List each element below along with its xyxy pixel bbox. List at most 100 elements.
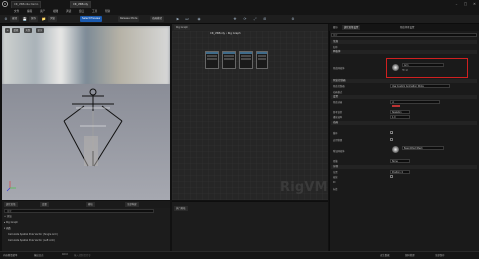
prop-custom-anim-label: 预览动画: [333, 101, 343, 104]
content-drawer-button[interactable]: 内容侧滑菜单: [3, 253, 17, 257]
custom-anim-dropdown[interactable]: 无: [390, 100, 440, 104]
play-rate-field[interactable]: 1.0: [390, 115, 410, 119]
tree-item-function[interactable]: Calculate Spatial Pole Vector (Left Arm): [8, 239, 55, 243]
prop-looping-label: 循环: [333, 132, 338, 135]
prop-play-rate-label: 播放速率: [333, 116, 343, 119]
tab-rig-settings[interactable]: 绑定层级设置: [342, 25, 361, 30]
release-mode-button[interactable]: Release Mode: [118, 16, 140, 22]
enable-physics-checkbox[interactable]: [390, 138, 393, 141]
graph-breadcrumb[interactable]: CR_VRBody › Rig Graph: [210, 32, 241, 35]
section-mesh[interactable]: 网格体: [331, 50, 477, 54]
graph-node[interactable]: [239, 51, 253, 69]
additional-mesh-thumbnail[interactable]: [392, 146, 399, 153]
graph-node[interactable]: [222, 51, 236, 69]
tab-details[interactable]: 细节: [331, 25, 340, 30]
tree-item-function[interactable]: Calculate Spatial Pole Vector (Single Ar…: [8, 233, 58, 237]
viewport[interactable]: [2, 26, 170, 200]
menu-file[interactable]: 文件: [14, 9, 19, 13]
bone-field[interactable]: None: [390, 159, 410, 163]
scale-checkbox[interactable]: [390, 175, 393, 178]
maximize-icon[interactable]: □: [461, 0, 470, 8]
settings-icon[interactable]: ⚙: [290, 16, 296, 22]
graph-node[interactable]: [205, 51, 219, 69]
looping-checkbox[interactable]: [390, 131, 393, 135]
tab-rig-hierarchy[interactable]: 绑定层级: [4, 202, 18, 207]
menu-view[interactable]: 视图: [53, 9, 58, 13]
prop-anim-mode-label: 动画模式: [333, 91, 343, 94]
section-misc[interactable]: 杂项: [331, 165, 477, 169]
show-button[interactable]: 显示: [36, 28, 44, 33]
perspective-button[interactable]: 透视: [12, 28, 20, 33]
snap-icon[interactable]: ⊞: [262, 16, 268, 22]
move-icon[interactable]: ✥: [232, 16, 238, 22]
viewport-menu-icon[interactable]: ≡: [5, 28, 11, 33]
position-field[interactable]: Position_0: [390, 170, 410, 174]
tab-preview-settings[interactable]: 预览场景设置: [398, 25, 416, 30]
save-button[interactable]: 保存: [29, 16, 39, 22]
output-log-button[interactable]: 输出日志: [34, 253, 44, 257]
tree-item-rig-graph[interactable]: ▸ Rig Graph: [4, 221, 18, 225]
graph-tab-bar: [172, 24, 328, 31]
rig-skeleton[interactable]: [2, 26, 170, 200]
prop-position-label: 位置: [333, 171, 338, 174]
additional-mesh-dropdown[interactable]: BasicAttachMesh: [402, 146, 444, 150]
step-icon[interactable]: ⏭: [184, 16, 190, 22]
details-search-input[interactable]: 搜索: [331, 33, 477, 37]
prop-ref-pose-label: 参考姿势: [333, 111, 343, 114]
menu-bar: [0, 8, 479, 15]
browse-button[interactable]: 浏览: [48, 16, 58, 22]
menu-tools[interactable]: 工具: [92, 9, 97, 13]
tab-execution-stack[interactable]: 执行堆栈: [174, 206, 188, 211]
derived-data-button[interactable]: 派生数据: [380, 253, 390, 257]
tab-modules[interactable]: 模块: [86, 202, 95, 207]
add-button[interactable]: + 添加: [4, 215, 12, 219]
anim-mode-button[interactable]: 动画模式: [150, 16, 165, 22]
section-settings[interactable]: 设置: [331, 95, 477, 99]
compile-button[interactable]: 编译: [10, 16, 20, 22]
tab-variables[interactable]: 变量: [40, 202, 49, 207]
select-preview-button[interactable]: Select Preview: [80, 16, 103, 22]
anim-color-swatch: [392, 105, 400, 107]
section-general[interactable]: 常规: [331, 40, 477, 44]
prop-tags-label: 标签: [333, 188, 338, 191]
toolbar: [0, 15, 479, 24]
compile-icon[interactable]: ⚙: [3, 16, 9, 22]
prop-controller-label: 预览控制器: [333, 85, 345, 88]
doc-tab-vrbody[interactable]: CR_VRBody: [70, 1, 92, 8]
ref-pose-dropdown[interactable]: Skeleton: [390, 110, 410, 114]
menu-debug[interactable]: 调试: [66, 9, 71, 13]
rig-search-input[interactable]: 搜索: [4, 209, 154, 213]
menu-help[interactable]: 帮助: [105, 9, 110, 13]
doc-tab-demo[interactable]: CR_VRBodie Demo: [11, 1, 42, 8]
section-animation[interactable]: 动画: [331, 121, 477, 125]
prop-scale-label: 缩放: [333, 176, 338, 179]
graph-node[interactable]: [256, 51, 268, 69]
browse-icon[interactable]: 📁: [41, 16, 47, 22]
section-preview-controller[interactable]: 预览控制器: [331, 79, 477, 83]
minimize-icon[interactable]: –: [452, 0, 461, 8]
lit-button[interactable]: 光照: [24, 28, 32, 33]
rotate-icon[interactable]: ⟳: [242, 16, 248, 22]
save-icon[interactable]: 💾: [22, 16, 28, 22]
highlight-box: [386, 58, 468, 78]
controller-dropdown[interactable]: Use Custom Animation Mode: [390, 84, 450, 88]
prop-id-label: ID: [333, 181, 336, 184]
save-all-button[interactable]: 全部保存: [435, 253, 445, 257]
tree-item-functions[interactable]: ▾ 函数: [4, 227, 11, 231]
scale-icon[interactable]: ⤢: [252, 16, 258, 22]
prop-enable-ik-label: 启用物理: [333, 139, 343, 142]
cmd-dropdown[interactable]: Cmd: [62, 253, 68, 256]
debug-icon[interactable]: ◉: [196, 16, 202, 22]
menu-window[interactable]: 窗口: [79, 9, 84, 13]
source-control-button[interactable]: 源码管理: [405, 253, 415, 257]
tab-rig-graph[interactable]: Rig Graph: [174, 25, 190, 30]
prop-name-label: 名称: [333, 46, 338, 49]
prop-bone-label: 骨骼: [333, 160, 338, 163]
console-input[interactable]: 输入控制台命令: [74, 253, 91, 257]
tab-build-all[interactable]: 全部构建: [125, 202, 139, 207]
close-icon[interactable]: ✕: [470, 0, 479, 8]
play-icon[interactable]: ▶: [175, 16, 181, 22]
rig-graph-canvas[interactable]: [172, 31, 328, 200]
menu-asset[interactable]: 资产: [40, 9, 45, 13]
menu-edit[interactable]: 编辑: [27, 9, 32, 13]
